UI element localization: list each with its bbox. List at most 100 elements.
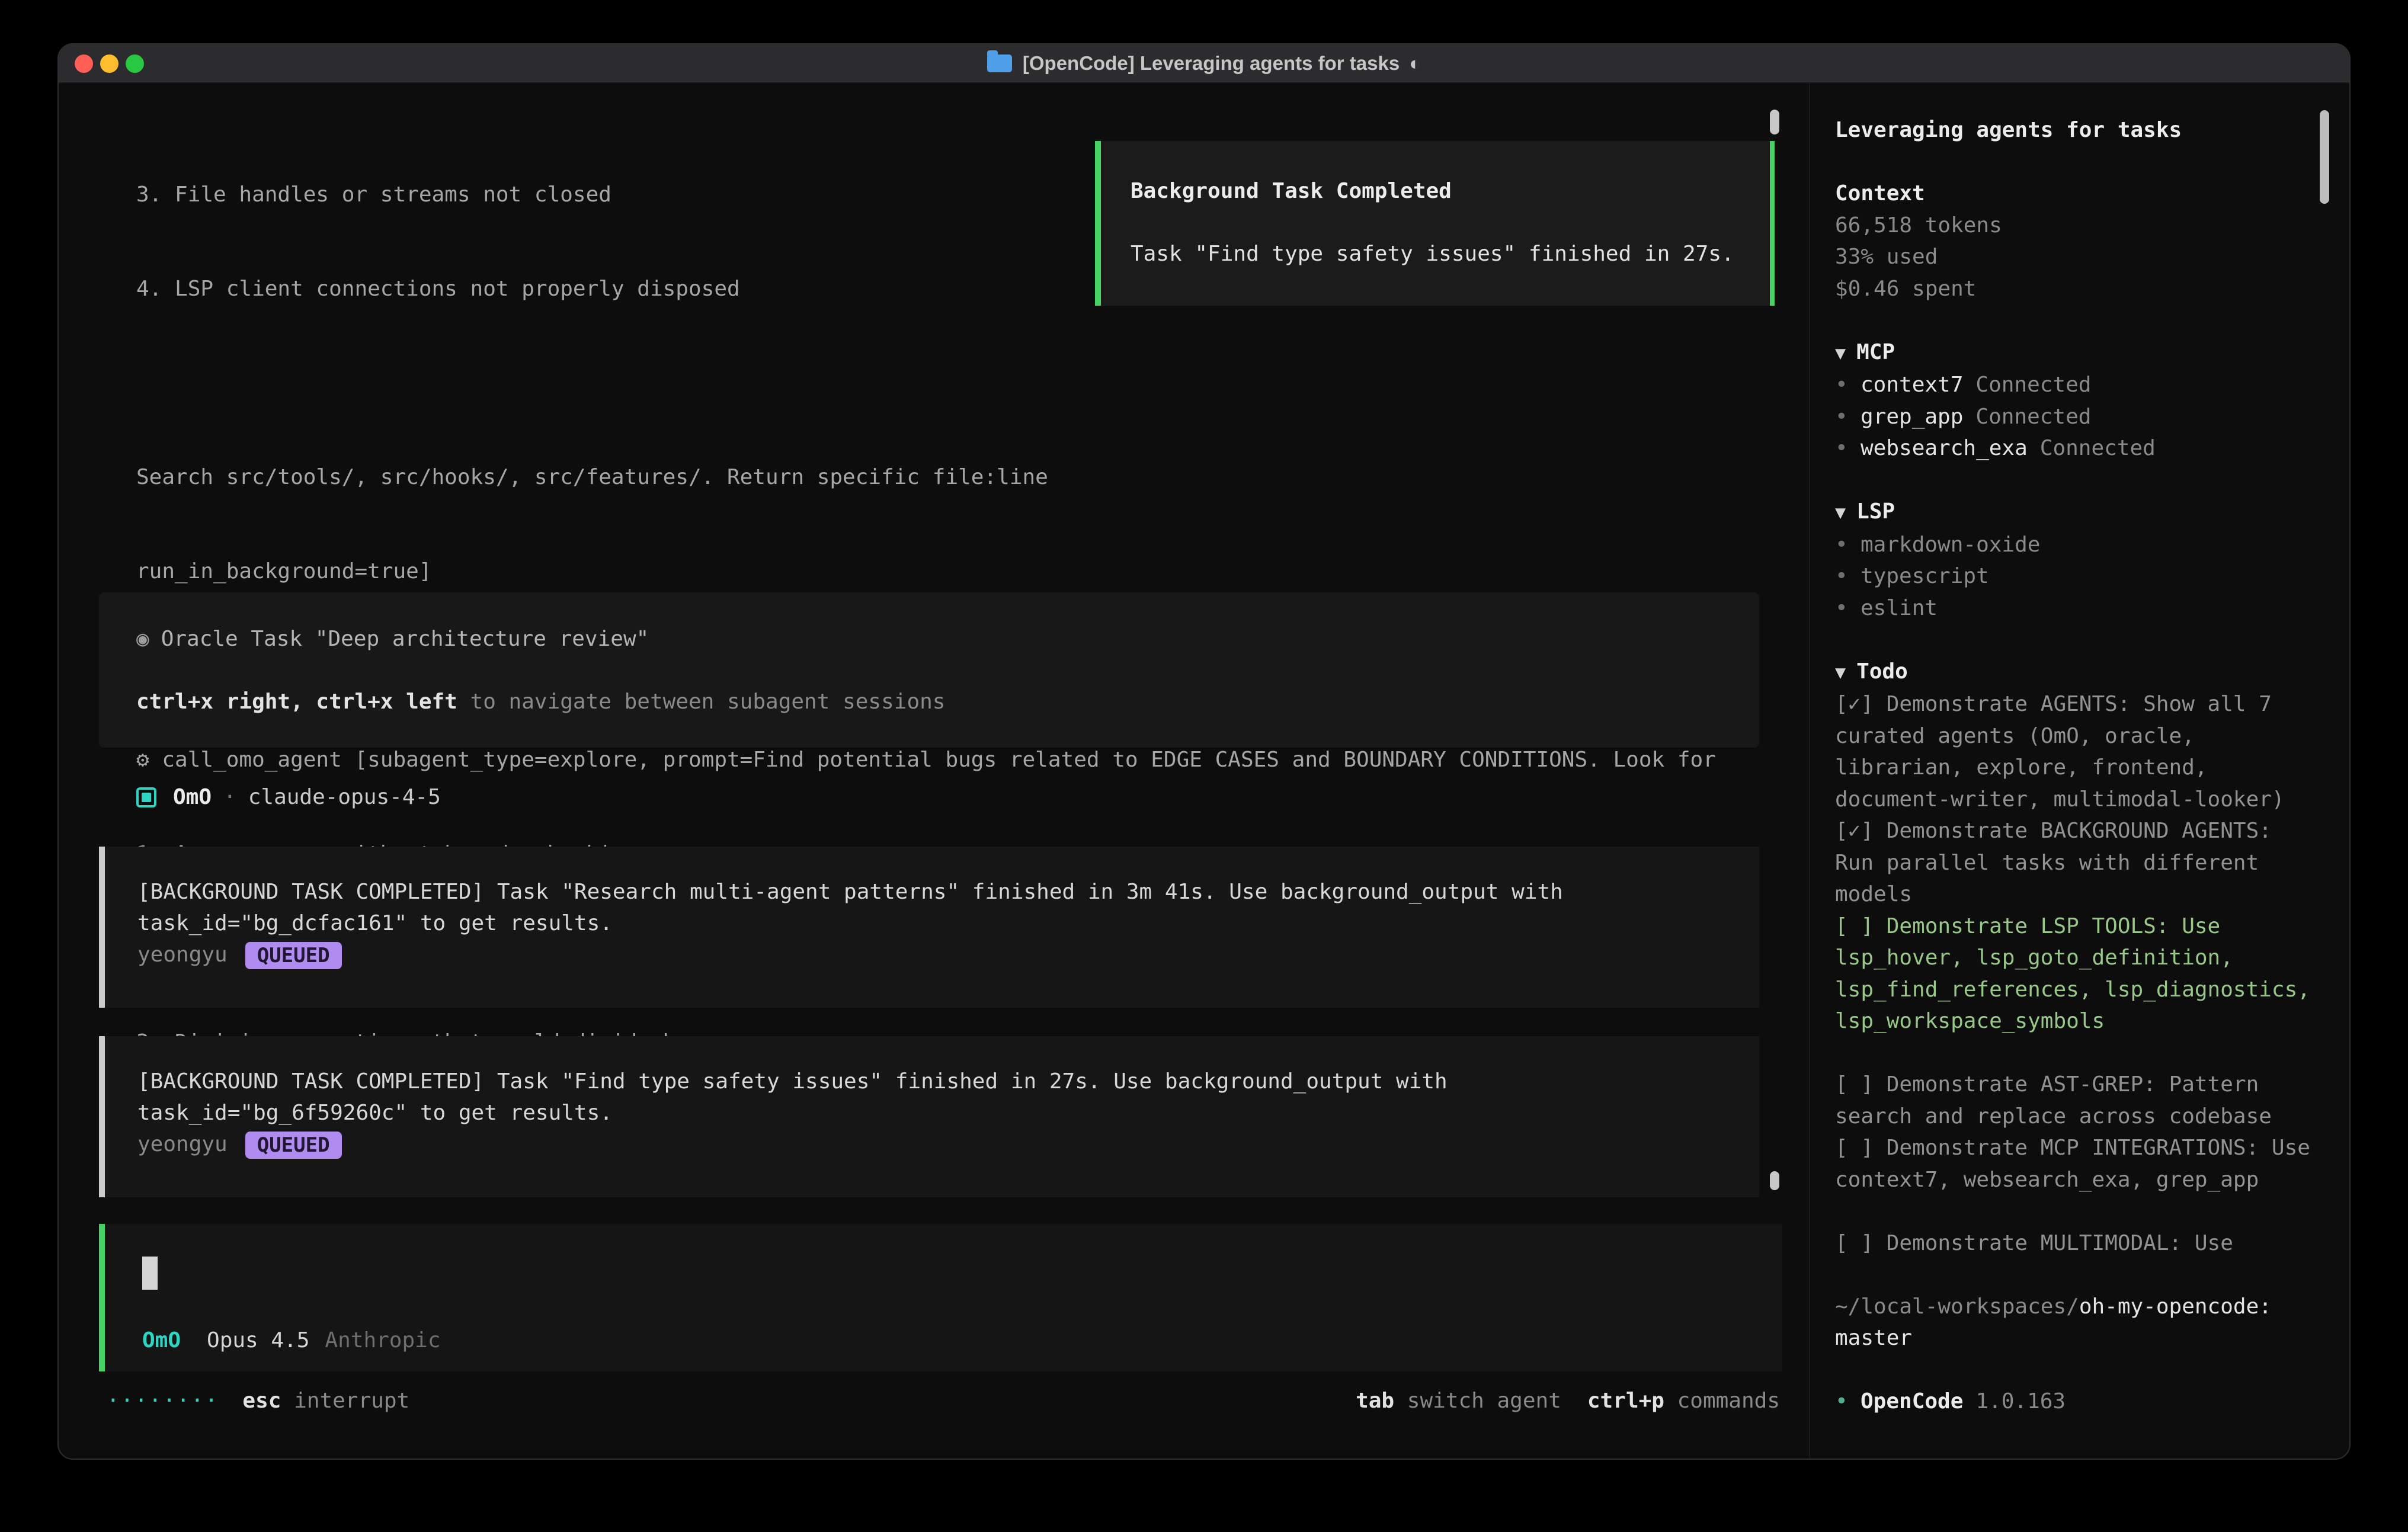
- mcp-item: •context7Connected: [1835, 369, 2320, 401]
- todo-item: [✓] Demonstrate BACKGROUND AGENTS: Run p…: [1835, 815, 2320, 911]
- mcp-item: •grep_appConnected: [1835, 401, 2320, 433]
- active-model-label: Opus 4.5: [207, 1328, 309, 1352]
- titlebar[interactable]: [OpenCode] Leveraging agents for tasks ◐: [59, 44, 2349, 84]
- window-title: [OpenCode] Leveraging agents for tasks ◐: [59, 44, 2349, 82]
- window-title-text: [OpenCode] Leveraging agents for tasks: [1023, 52, 1400, 75]
- queued-badge: QUEUED: [245, 942, 342, 969]
- status-left: ········ esc interrupt: [107, 1385, 409, 1416]
- message-card: [BACKGROUND TASK COMPLETED] Task "Find t…: [99, 1036, 1759, 1197]
- spinner-icon: ◐: [1409, 52, 1421, 75]
- queued-badge: QUEUED: [245, 1132, 342, 1159]
- log-line: ⚙ call_omo_agent [subagent_type=explore,…: [136, 744, 1716, 775]
- folder-icon: [987, 55, 1012, 72]
- keybind-label: to navigate between subagent sessions: [457, 690, 946, 714]
- bullet-icon: •: [1835, 560, 1861, 592]
- keybind-keys: ctrl+x right, ctrl+x left: [136, 690, 457, 714]
- spacer: [1835, 305, 2320, 336]
- commands-key-hint: ctrl+p: [1587, 1389, 1664, 1413]
- lsp-section-header[interactable]: ▼LSP: [1835, 496, 2320, 529]
- traffic-lights: [59, 55, 144, 73]
- todo-item-active: [ ] Demonstrate LSP TOOLS: Use lsp_hover…: [1835, 911, 2320, 1037]
- tab-key-hint: tab: [1356, 1389, 1394, 1413]
- background-task-notification: Background Task Completed Task "Find typ…: [1095, 141, 1775, 306]
- oracle-task-panel: ◉Oracle Task "Deep architecture review" …: [99, 592, 1759, 748]
- chevron-down-icon: ▼: [1835, 662, 1846, 683]
- main-scrollbar-thumb-bottom[interactable]: [1770, 1171, 1779, 1190]
- todo-item: [✓] Demonstrate AGENTS: Show all 7 curat…: [1835, 688, 2320, 815]
- log-line: run_in_background=true]: [136, 556, 1716, 587]
- mcp-section-header[interactable]: ▼MCP: [1835, 336, 2320, 370]
- spacer: [1835, 146, 2320, 178]
- agent-model: claude-opus-4-5: [248, 781, 441, 813]
- main-scrollbar-thumb-top[interactable]: [1770, 110, 1779, 134]
- log-line: Search src/tools/, src/hooks/, src/featu…: [136, 461, 1716, 493]
- agent-header: OmO · claude-opus-4-5: [136, 781, 441, 813]
- oracle-task-title: ◉Oracle Task "Deep architecture review": [136, 623, 1759, 655]
- bullet-icon: •: [1835, 529, 1861, 561]
- record-icon: ◉: [136, 627, 149, 651]
- esc-key-label: interrupt: [281, 1389, 409, 1413]
- message-card: [BACKGROUND TASK COMPLETED] Task "Resear…: [99, 847, 1759, 1008]
- log-line: [136, 367, 1716, 399]
- lsp-item: •markdown-oxide: [1835, 529, 2320, 561]
- app-version-footer: •OpenCode1.0.163: [1835, 1386, 2320, 1418]
- todo-item: [ ] Demonstrate MULTIMODAL: Use: [1835, 1227, 2320, 1259]
- context-used: 33% used: [1835, 241, 2320, 273]
- chevron-down-icon: ▼: [1835, 343, 1846, 364]
- prompt-input[interactable]: OmO Opus 4.5 Anthropic: [99, 1224, 1782, 1371]
- session-title: Leveraging agents for tasks: [1835, 114, 2320, 146]
- commands-key-label: commands: [1664, 1389, 1780, 1413]
- log-output: 3. File handles or streams not closed 4.…: [136, 116, 1716, 1403]
- spacer: [1835, 1196, 2320, 1227]
- mcp-item: •websearch_exaConnected: [1835, 432, 2320, 464]
- todo-item: [ ] Demonstrate MCP INTEGRATIONS: Use co…: [1835, 1132, 2320, 1196]
- lsp-item: •eslint: [1835, 592, 2320, 624]
- spacer: [1835, 624, 2320, 656]
- chevron-down-icon: ▼: [1835, 502, 1846, 523]
- todo-section-header[interactable]: ▼Todo: [1835, 656, 2320, 689]
- sidebar-scrollbar-thumb[interactable]: [2320, 110, 2329, 204]
- bullet-icon: •: [1835, 1386, 1861, 1418]
- keybind-hint: ctrl+x right, ctrl+x left to navigate be…: [136, 686, 1759, 717]
- app-window: [OpenCode] Leveraging agents for tasks ◐…: [57, 43, 2351, 1460]
- notification-title: Background Task Completed: [1131, 175, 1746, 207]
- spacer: [1835, 1259, 2320, 1291]
- esc-key-hint: esc: [242, 1389, 281, 1413]
- agent-name: OmO: [173, 781, 212, 813]
- spacer: [1835, 1354, 2320, 1386]
- active-agent-label: OmO: [142, 1328, 181, 1352]
- status-bullet-icon: •: [1835, 432, 1861, 464]
- lsp-item: •typescript: [1835, 560, 2320, 592]
- status-right: tab switch agentctrl+p commands: [1356, 1385, 1780, 1416]
- message-text: [BACKGROUND TASK COMPLETED] Task "Resear…: [137, 876, 1735, 939]
- message-author: yeongyu: [137, 943, 228, 967]
- todo-item: [ ] Demonstrate AST-GREP: Pattern search…: [1835, 1069, 2320, 1132]
- message-author: yeongyu: [137, 1132, 228, 1156]
- context-spent: $0.46 spent: [1835, 273, 2320, 305]
- message-text: [BACKGROUND TASK COMPLETED] Task "Find t…: [137, 1066, 1735, 1129]
- context-heading: Context: [1835, 178, 2320, 210]
- workspace-path: ~/local-workspaces/oh-my-opencode:: [1835, 1291, 2320, 1323]
- spinner-dots-icon: ········: [107, 1389, 219, 1413]
- provider-label: Anthropic: [325, 1328, 440, 1352]
- separator-dot: ·: [223, 781, 236, 813]
- message-meta: yeongyu QUEUED: [137, 939, 1735, 970]
- minimize-button[interactable]: [100, 55, 119, 73]
- text-cursor: [142, 1257, 158, 1290]
- agent-checkbox-icon: [136, 787, 156, 807]
- message-meta: yeongyu QUEUED: [137, 1129, 1735, 1160]
- chat-pane[interactable]: 3. File handles or streams not closed 4.…: [59, 84, 1809, 1460]
- close-button[interactable]: [75, 55, 93, 73]
- zoom-button[interactable]: [126, 55, 144, 73]
- context-tokens: 66,518 tokens: [1835, 210, 2320, 242]
- status-bullet-icon: •: [1835, 401, 1861, 433]
- model-indicator: OmO Opus 4.5 Anthropic: [142, 1325, 441, 1356]
- status-bullet-icon: •: [1835, 369, 1861, 401]
- spacer: [1835, 1037, 2320, 1069]
- notification-body: Task "Find type safety issues" finished …: [1131, 238, 1746, 270]
- session-sidebar: Leveraging agents for tasks Context 66,5…: [1809, 84, 2349, 1460]
- status-bar: ········ esc interrupt tab switch agentct…: [107, 1384, 1780, 1416]
- bullet-icon: •: [1835, 592, 1861, 624]
- spacer: [1835, 464, 2320, 496]
- workspace-branch: master: [1835, 1322, 2320, 1354]
